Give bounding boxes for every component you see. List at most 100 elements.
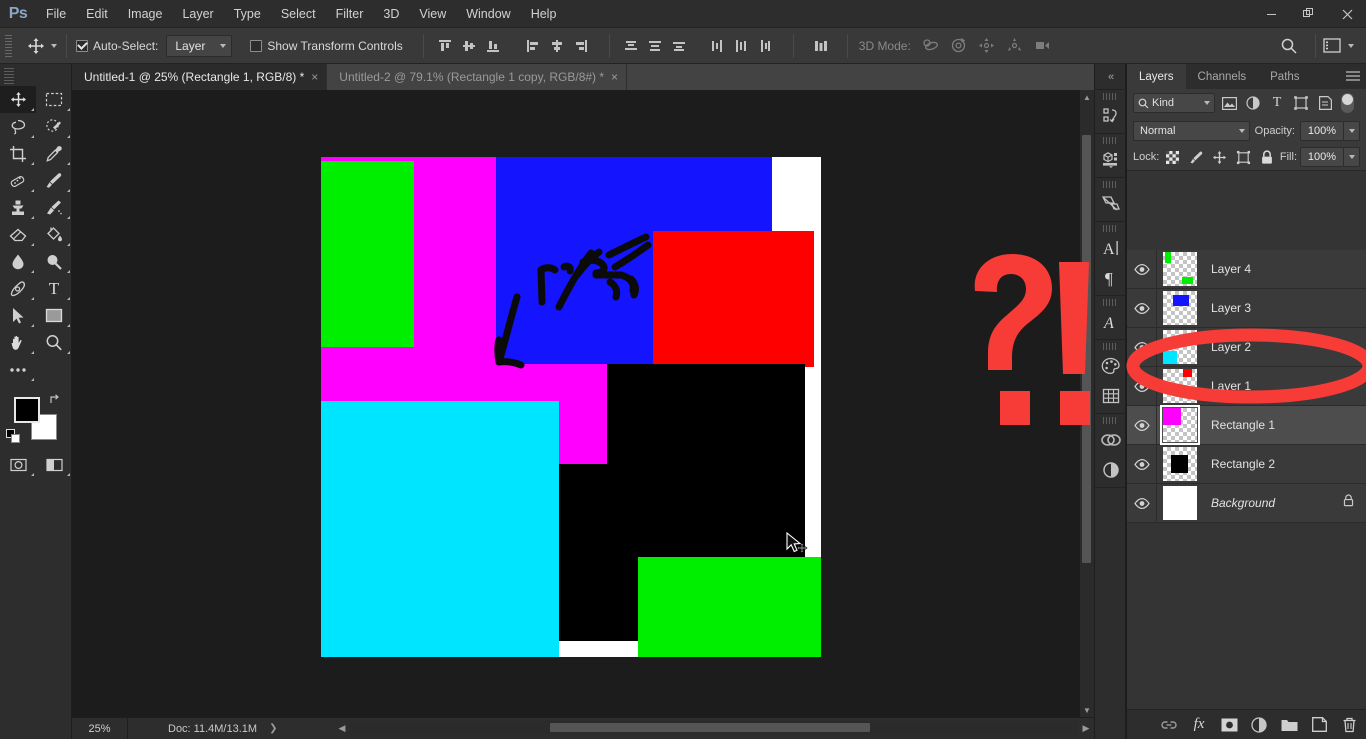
- layer-thumbnail-cell[interactable]: [1157, 369, 1203, 403]
- character-panel-icon[interactable]: A: [1095, 233, 1127, 263]
- orbit-3d-icon[interactable]: [919, 34, 943, 58]
- close-button[interactable]: [1328, 0, 1366, 28]
- auto-select-checkbox[interactable]: [76, 39, 88, 52]
- foreground-color-swatch[interactable]: [14, 397, 40, 423]
- layer-name[interactable]: Layer 4: [1203, 262, 1366, 276]
- scroll-up-arrow-icon[interactable]: ▲: [1080, 90, 1094, 104]
- distribute-top-edges-icon[interactable]: [619, 34, 643, 58]
- menu-item-view[interactable]: View: [409, 0, 456, 28]
- close-tab-icon[interactable]: ×: [611, 71, 618, 83]
- align-left-edges-icon[interactable]: [521, 34, 545, 58]
- delete-layer-icon[interactable]: [1338, 713, 1360, 737]
- paragraph-panel-icon[interactable]: ¶: [1095, 263, 1127, 293]
- lock-all-icon[interactable]: [1256, 147, 1277, 168]
- tools-panel-grip[interactable]: [4, 68, 14, 84]
- default-colors-icon[interactable]: [6, 429, 20, 443]
- distribute-left-edges-icon[interactable]: [705, 34, 729, 58]
- canvas-workspace[interactable]: ▲ ▼ 25% Doc: 11.4M/13.1M ❯ ◀ ▶: [72, 90, 1094, 739]
- layer-thumbnail-cell[interactable]: [1157, 252, 1203, 286]
- document-canvas[interactable]: [321, 157, 821, 657]
- layer-row[interactable]: Rectangle 2: [1127, 444, 1366, 484]
- layer-row[interactable]: Layer 3: [1127, 288, 1366, 328]
- auto-select-scope-dropdown[interactable]: Layer: [166, 34, 233, 57]
- restore-button[interactable]: [1290, 0, 1328, 28]
- lock-artboard-icon[interactable]: [1233, 147, 1254, 168]
- quick-selection-tool[interactable]: [36, 113, 72, 140]
- adjustments-panel-icon[interactable]: [1095, 455, 1127, 485]
- menu-item-layer[interactable]: Layer: [172, 0, 223, 28]
- glyphs-panel-icon[interactable]: A: [1095, 307, 1127, 337]
- align-right-edges-icon[interactable]: [569, 34, 593, 58]
- new-layer-icon[interactable]: [1308, 713, 1330, 737]
- status-expand-icon[interactable]: ❯: [269, 723, 277, 734]
- dock-group-grip[interactable]: [1103, 225, 1117, 232]
- rectangle-tool[interactable]: [36, 302, 72, 329]
- dock-group-grip[interactable]: [1103, 93, 1117, 100]
- edit-toolbar-tool[interactable]: [0, 356, 36, 383]
- layer-thumbnail-cell[interactable]: [1157, 405, 1203, 445]
- zoom-level-field[interactable]: 25%: [72, 717, 128, 739]
- 3d-panel-icon[interactable]: [1095, 145, 1127, 175]
- blur-tool[interactable]: [0, 248, 36, 275]
- new-group-icon[interactable]: [1278, 713, 1300, 737]
- horizontal-type-tool[interactable]: T: [36, 275, 72, 302]
- distribute-right-edges-icon[interactable]: [753, 34, 777, 58]
- opacity-control[interactable]: 100%: [1300, 120, 1360, 141]
- filter-shape-icon[interactable]: [1291, 93, 1311, 113]
- search-icon[interactable]: [1277, 34, 1301, 58]
- layer-name[interactable]: Layer 2: [1203, 340, 1366, 354]
- layer-visibility-toggle[interactable]: [1127, 327, 1157, 367]
- collapse-panels-icon[interactable]: «: [1095, 64, 1127, 90]
- layer-thumbnail-cell[interactable]: [1157, 330, 1203, 364]
- layer-style-icon[interactable]: fx: [1188, 713, 1210, 737]
- layer-thumbnail-cell[interactable]: [1157, 291, 1203, 325]
- layer-row[interactable]: Rectangle 1: [1127, 405, 1366, 445]
- layer-name[interactable]: Background: [1203, 496, 1343, 510]
- canvas-vertical-scrollbar[interactable]: ▲ ▼: [1080, 90, 1094, 717]
- layer-visibility-toggle[interactable]: [1127, 444, 1157, 484]
- document-tab-2[interactable]: Untitled-2 @ 79.1% (Rectangle 1 copy, RG…: [327, 64, 628, 90]
- document-tab-1[interactable]: Untitled-1 @ 25% (Rectangle 1, RGB/8) * ×: [72, 64, 328, 90]
- layer-visibility-toggle[interactable]: [1127, 366, 1157, 406]
- move-tool[interactable]: [0, 86, 36, 113]
- canvas-horizontal-scrollbar[interactable]: ◀ ▶: [334, 717, 1094, 739]
- filter-enable-toggle[interactable]: [1341, 93, 1354, 113]
- align-horizontal-centers-icon[interactable]: [545, 34, 569, 58]
- history-brush-tool[interactable]: [36, 194, 72, 221]
- close-tab-icon[interactable]: ×: [311, 71, 318, 83]
- distribute-horizontal-centers-icon[interactable]: [729, 34, 753, 58]
- layer-list[interactable]: Layer 4 Layer 3 Layer 2 Layer 1 Rectangle 1 R…: [1127, 250, 1366, 739]
- blend-mode-dropdown[interactable]: Normal: [1133, 120, 1250, 141]
- menu-item-filter[interactable]: Filter: [326, 0, 374, 28]
- menu-item-image[interactable]: Image: [118, 0, 173, 28]
- layer-row[interactable]: Layer 4: [1127, 250, 1366, 289]
- align-top-edges-icon[interactable]: [433, 34, 457, 58]
- layer-name[interactable]: Rectangle 1: [1203, 418, 1366, 432]
- filter-type-icon[interactable]: T: [1267, 93, 1287, 113]
- swap-colors-icon[interactable]: [49, 393, 62, 409]
- minimize-button[interactable]: [1252, 0, 1290, 28]
- layer-row[interactable]: Background: [1127, 483, 1366, 523]
- lock-transparent-pixels-icon[interactable]: [1162, 147, 1183, 168]
- lasso-tool[interactable]: [0, 113, 36, 140]
- menu-item-type[interactable]: Type: [224, 0, 271, 28]
- color-panel-icon[interactable]: [1095, 351, 1127, 381]
- layer-visibility-toggle[interactable]: [1127, 483, 1157, 523]
- tool-preset-chevron-down-icon[interactable]: [51, 43, 57, 48]
- opacity-value[interactable]: 100%: [1300, 120, 1344, 141]
- scroll-right-arrow-icon[interactable]: ▶: [1078, 721, 1094, 735]
- filter-pixel-icon[interactable]: [1219, 93, 1239, 113]
- menu-item-select[interactable]: Select: [271, 0, 326, 28]
- swatches-panel-icon[interactable]: [1095, 381, 1127, 411]
- horizontal-scroll-track[interactable]: [350, 721, 1078, 735]
- auto-select-group[interactable]: Auto-Select: Layer: [76, 34, 233, 57]
- fill-control[interactable]: 100%: [1300, 147, 1360, 167]
- scroll-down-arrow-icon[interactable]: ▼: [1080, 703, 1094, 717]
- scroll-left-arrow-icon[interactable]: ◀: [334, 721, 350, 735]
- dock-group-grip[interactable]: [1103, 137, 1117, 144]
- eyedropper-tool[interactable]: [36, 140, 72, 167]
- eraser-tool[interactable]: [0, 221, 36, 248]
- lock-image-pixels-icon[interactable]: [1186, 147, 1207, 168]
- horizontal-scroll-thumb[interactable]: [550, 723, 870, 732]
- menu-item-help[interactable]: Help: [521, 0, 567, 28]
